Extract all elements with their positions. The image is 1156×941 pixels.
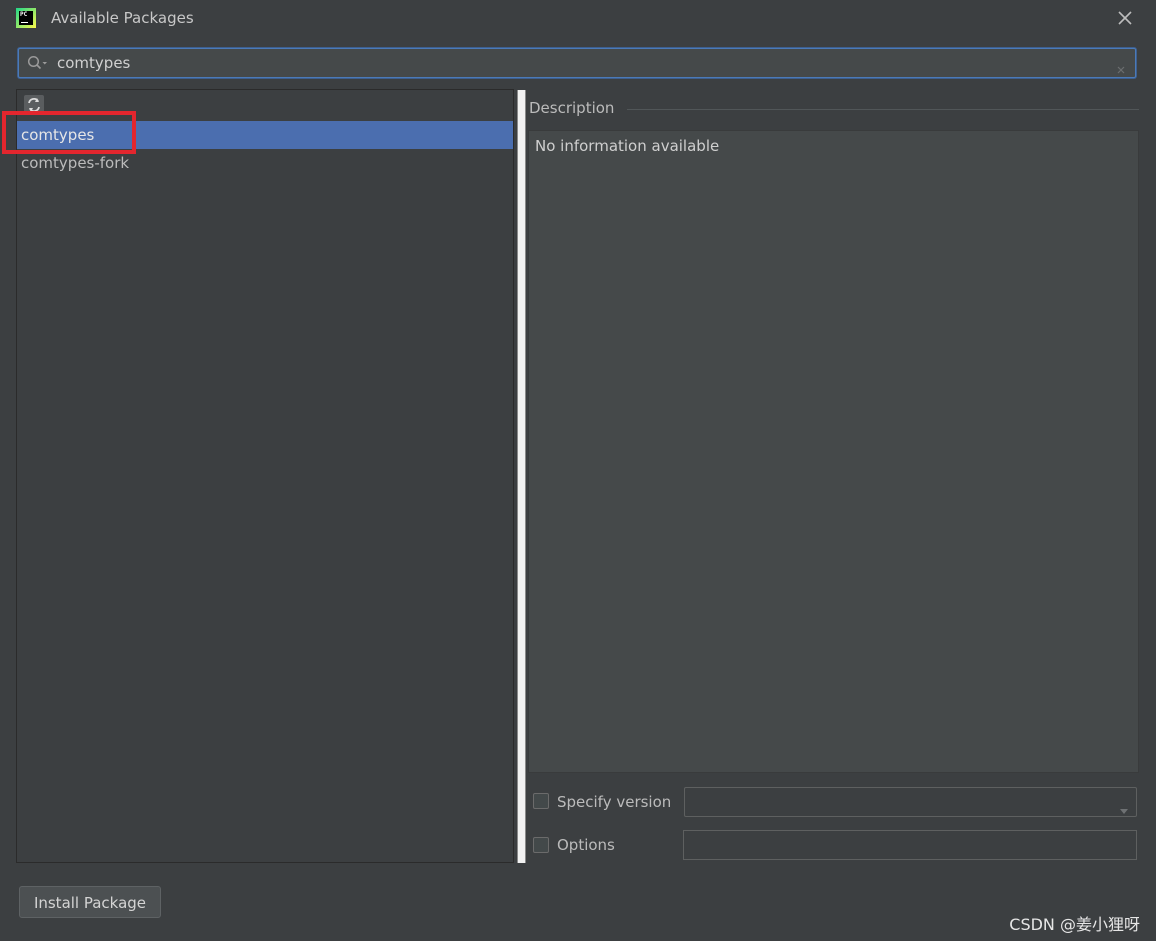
package-item-comtypes[interactable]: comtypes xyxy=(17,121,513,149)
clear-search-icon[interactable] xyxy=(1117,59,1125,74)
panel-splitter[interactable] xyxy=(517,90,526,863)
package-list-panel: comtypes comtypes-fork xyxy=(16,89,514,863)
package-list: comtypes comtypes-fork xyxy=(17,121,513,177)
search-input[interactable] xyxy=(57,52,1097,74)
chevron-down-icon xyxy=(1120,800,1128,814)
window-title: Available Packages xyxy=(51,9,194,27)
search-icon[interactable] xyxy=(27,55,49,71)
description-header: Description xyxy=(529,98,1139,120)
title-bar: PC Available Packages xyxy=(0,0,1156,38)
description-area: No information available xyxy=(528,130,1139,773)
options-input[interactable] xyxy=(683,830,1137,860)
list-toolbar xyxy=(17,90,513,120)
watermark: CSDN @姜小狸呀 xyxy=(1009,915,1140,934)
install-package-button[interactable]: Install Package xyxy=(19,886,161,918)
description-text: No information available xyxy=(535,137,720,155)
package-item-comtypes-fork[interactable]: comtypes-fork xyxy=(17,149,513,177)
options-checkbox[interactable] xyxy=(533,837,549,853)
close-icon[interactable] xyxy=(1114,7,1136,29)
specify-version-checkbox[interactable] xyxy=(533,793,549,809)
description-title: Description xyxy=(529,99,615,117)
available-packages-dialog: PC Available Packages comtypes comtypes … xyxy=(0,0,1156,941)
refresh-icon[interactable] xyxy=(24,95,44,115)
package-search-box[interactable] xyxy=(18,48,1136,78)
app-icon-text: PC xyxy=(19,11,33,25)
specify-version-label: Specify version xyxy=(557,793,672,811)
pycharm-app-icon: PC xyxy=(16,8,36,28)
description-divider xyxy=(627,109,1139,110)
version-select[interactable] xyxy=(684,787,1137,817)
options-label: Options xyxy=(557,836,615,854)
